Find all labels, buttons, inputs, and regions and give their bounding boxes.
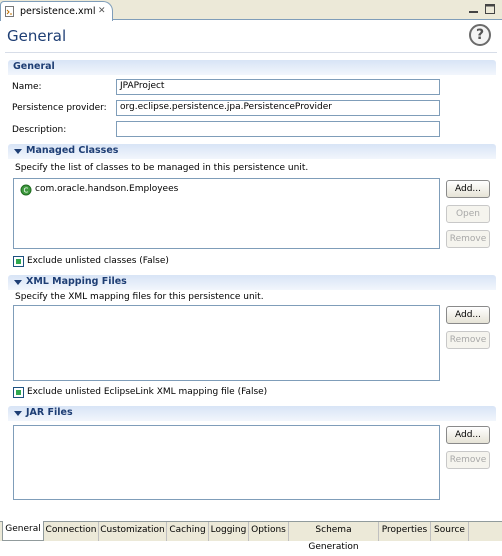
editor-tab-label: persistence.xml xyxy=(20,6,96,17)
tab-source[interactable]: Source xyxy=(431,522,469,541)
minimize-icon[interactable] xyxy=(468,3,480,15)
remove-mapping-file-button[interactable]: Remove xyxy=(446,331,490,349)
remove-jar-file-button[interactable]: Remove xyxy=(446,451,490,469)
java-class-icon: C xyxy=(20,184,32,196)
exclude-unlisted-mapping-label: Exclude unlisted EclipseLink XML mapping… xyxy=(27,387,268,397)
tab-schema-generation[interactable]: Schema Generation xyxy=(289,522,379,552)
header-divider xyxy=(5,52,497,53)
collapse-triangle-icon[interactable] xyxy=(14,411,22,416)
open-class-button[interactable]: Open xyxy=(446,205,490,223)
exclude-unlisted-mapping-checkbox[interactable] xyxy=(13,387,24,398)
description-field[interactable] xyxy=(116,121,440,137)
remove-class-button[interactable]: Remove xyxy=(446,230,490,248)
xml-mapping-description: Specify the XML mapping files for this p… xyxy=(15,292,264,302)
section-general-title: General xyxy=(13,61,55,72)
editor-tab-persistence-xml[interactable]: persistence.xml ✕ xyxy=(0,1,113,21)
exclude-unlisted-classes-checkbox[interactable] xyxy=(13,256,24,267)
exclude-unlisted-classes-label: Exclude unlisted classes (False) xyxy=(27,256,169,266)
xml-file-icon xyxy=(5,6,14,17)
collapse-triangle-icon[interactable] xyxy=(14,149,22,154)
tab-general[interactable]: General xyxy=(2,521,44,541)
managed-classes-list[interactable]: C com.oracle.handson.Employees xyxy=(13,178,440,249)
close-icon[interactable]: ✕ xyxy=(98,6,106,16)
add-jar-file-button[interactable]: Add... xyxy=(446,426,490,444)
tab-customization[interactable]: Customization xyxy=(99,522,167,541)
jar-files-list[interactable] xyxy=(13,425,440,500)
section-jar-files[interactable]: JAR Files xyxy=(8,406,496,421)
add-mapping-file-button[interactable]: Add... xyxy=(446,306,490,324)
collapse-triangle-icon[interactable] xyxy=(14,280,22,285)
xml-mapping-files-list[interactable] xyxy=(13,305,440,381)
section-managed-classes[interactable]: Managed Classes xyxy=(8,144,496,159)
section-xml-mapping-files[interactable]: XML Mapping Files xyxy=(8,275,496,290)
section-managed-classes-title: Managed Classes xyxy=(26,145,119,156)
list-item-label: com.oracle.handson.Employees xyxy=(35,184,179,194)
name-field[interactable]: JPAProject xyxy=(116,79,440,95)
name-label: Name: xyxy=(12,82,42,92)
persistence-provider-field[interactable]: org.eclipse.persistence.jpa.PersistenceP… xyxy=(116,100,440,116)
managed-classes-description: Specify the list of classes to be manage… xyxy=(15,163,309,173)
description-label: Description: xyxy=(12,125,67,135)
section-jar-files-title: JAR Files xyxy=(26,407,73,418)
tab-logging[interactable]: Logging xyxy=(209,522,249,541)
help-icon[interactable]: ? xyxy=(469,24,491,46)
form-title: General xyxy=(7,27,67,45)
section-xml-mapping-files-title: XML Mapping Files xyxy=(26,276,127,287)
tab-caching[interactable]: Caching xyxy=(167,522,209,541)
svg-text:C: C xyxy=(24,187,29,195)
page-tab-bar: General Connection Customization Caching… xyxy=(0,521,502,552)
persistence-provider-label: Persistence provider: xyxy=(12,103,107,113)
tab-properties[interactable]: Properties xyxy=(379,522,431,541)
tab-connection[interactable]: Connection xyxy=(44,522,99,541)
section-general: General xyxy=(8,60,496,75)
tab-options[interactable]: Options xyxy=(249,522,289,541)
maximize-icon[interactable] xyxy=(484,3,496,15)
add-class-button[interactable]: Add... xyxy=(446,180,490,198)
